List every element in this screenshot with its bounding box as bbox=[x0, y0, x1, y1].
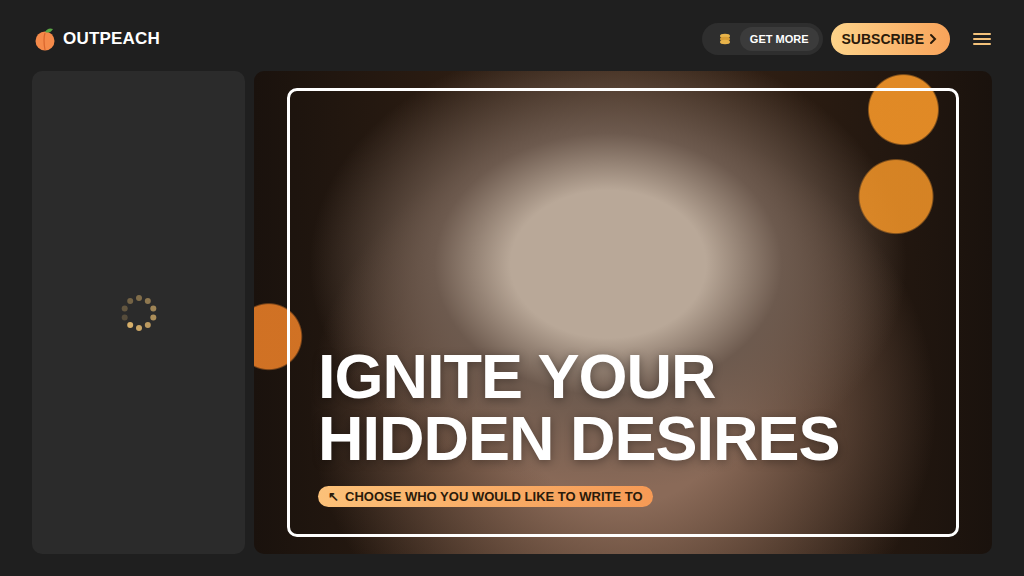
header: OUTPEACH GET MORE SUBSCRIBE bbox=[0, 0, 1024, 71]
get-more-label: GET MORE bbox=[740, 27, 819, 51]
hero-title: IGNITE YOURHIDDEN DESIRES bbox=[318, 345, 928, 469]
hero-banner: IGNITE YOURHIDDEN DESIRES ↖ CHOOSE WHO YOU… bbox=[254, 71, 992, 554]
menu-button[interactable] bbox=[972, 31, 992, 47]
sidebar-panel bbox=[32, 71, 245, 554]
hero-title-line: HIDDEN DESIRES bbox=[318, 407, 928, 469]
hero-frame: IGNITE YOURHIDDEN DESIRES ↖ CHOOSE WHO YOU… bbox=[287, 88, 959, 537]
chevron-right-icon bbox=[928, 33, 938, 45]
main: IGNITE YOURHIDDEN DESIRES ↖ CHOOSE WHO YOU… bbox=[0, 71, 1024, 554]
cta-label: CHOOSE WHO YOU WOULD LIKE TO WRITE TO bbox=[345, 489, 643, 504]
get-more-button[interactable]: GET MORE bbox=[702, 23, 823, 55]
loading-spinner-icon bbox=[118, 292, 160, 334]
hamburger-icon bbox=[972, 31, 992, 47]
header-actions: GET MORE SUBSCRIBE bbox=[702, 23, 992, 55]
peach-icon bbox=[34, 27, 56, 51]
choose-character-button[interactable]: ↖ CHOOSE WHO YOU WOULD LIKE TO WRITE TO bbox=[318, 486, 653, 507]
logo-text: OUTPEACH bbox=[63, 29, 160, 49]
subscribe-button[interactable]: SUBSCRIBE bbox=[831, 23, 950, 55]
arrow-icon: ↖ bbox=[328, 489, 339, 504]
hero-title-line: IGNITE YOUR bbox=[318, 345, 928, 407]
coins-icon bbox=[718, 32, 732, 46]
subscribe-label: SUBSCRIBE bbox=[842, 31, 924, 47]
logo[interactable]: OUTPEACH bbox=[34, 27, 160, 51]
